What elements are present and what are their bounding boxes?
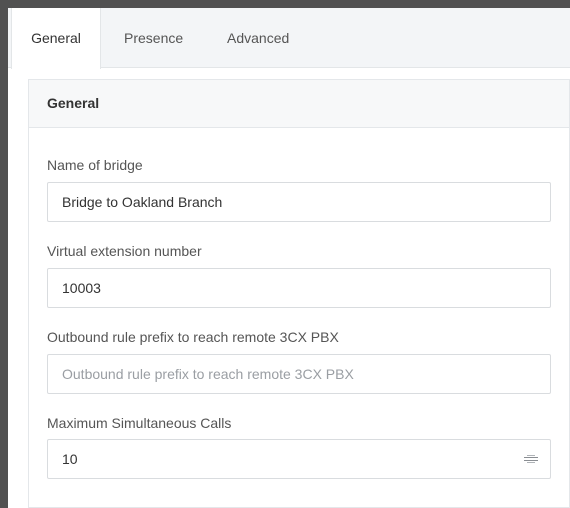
virtual-extension-input[interactable] xyxy=(47,268,551,308)
name-of-bridge-input[interactable] xyxy=(47,182,551,222)
name-of-bridge-label: Name of bridge xyxy=(47,157,143,173)
outbound-prefix-label: Outbound rule prefix to reach remote 3CX… xyxy=(47,329,339,345)
general-panel: General Name of bridge Virtual extension… xyxy=(28,79,570,508)
tab-bar: General Presence Advanced xyxy=(8,8,570,69)
max-calls-label: Maximum Simultaneous Calls xyxy=(47,415,232,431)
max-calls-stepper[interactable]: 10 xyxy=(47,439,551,479)
max-calls-value: 10 xyxy=(62,451,78,467)
panel-header: General xyxy=(29,80,569,128)
outbound-prefix-input[interactable] xyxy=(47,354,551,394)
panel-title: General xyxy=(47,95,100,111)
spin-arrows-icon[interactable] xyxy=(524,455,538,463)
tab-general[interactable]: General xyxy=(11,8,101,69)
virtual-extension-label: Virtual extension number xyxy=(47,243,202,259)
tab-advanced[interactable]: Advanced xyxy=(211,8,305,68)
bridge-settings-window: General Presence Advanced General Name o… xyxy=(8,8,570,508)
tab-presence[interactable]: Presence xyxy=(108,8,199,68)
